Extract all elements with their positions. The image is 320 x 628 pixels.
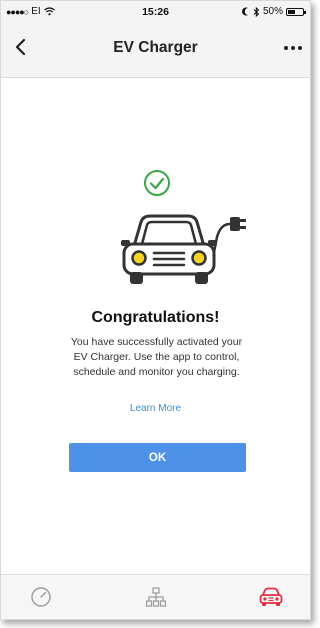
tab-dashboard[interactable] xyxy=(26,583,56,611)
headline: Congratulations! xyxy=(91,309,220,326)
ok-button[interactable]: OK xyxy=(69,443,246,472)
tab-bar xyxy=(1,574,310,619)
check-circle-icon xyxy=(144,170,170,196)
speedometer-icon xyxy=(31,587,51,607)
battery-icon xyxy=(286,7,306,16)
learn-more-link[interactable]: Learn More xyxy=(1,403,310,414)
tab-charger[interactable] xyxy=(256,583,286,611)
tab-network[interactable] xyxy=(141,583,171,611)
phone-screen: ●●●●○ EI 15:26 50% EV Charger Congratula… xyxy=(0,0,311,620)
status-right: 50% xyxy=(242,6,306,17)
page-title: EV Charger xyxy=(113,39,198,56)
ev-car-illustration xyxy=(121,214,246,284)
more-button[interactable] xyxy=(280,37,306,59)
more-horizontal-icon xyxy=(284,46,302,50)
success-message: You have successfully activated your EV … xyxy=(70,336,243,378)
battery-percent: 50% xyxy=(262,6,283,17)
navigation-bar: EV Charger xyxy=(1,31,310,67)
moon-icon xyxy=(242,7,248,16)
car-icon xyxy=(259,587,283,606)
header: ●●●●○ EI 15:26 50% EV Charger xyxy=(1,1,310,78)
network-icon xyxy=(145,587,167,607)
bluetooth-icon xyxy=(253,6,260,17)
status-bar: ●●●●○ EI 15:26 50% xyxy=(1,6,310,20)
